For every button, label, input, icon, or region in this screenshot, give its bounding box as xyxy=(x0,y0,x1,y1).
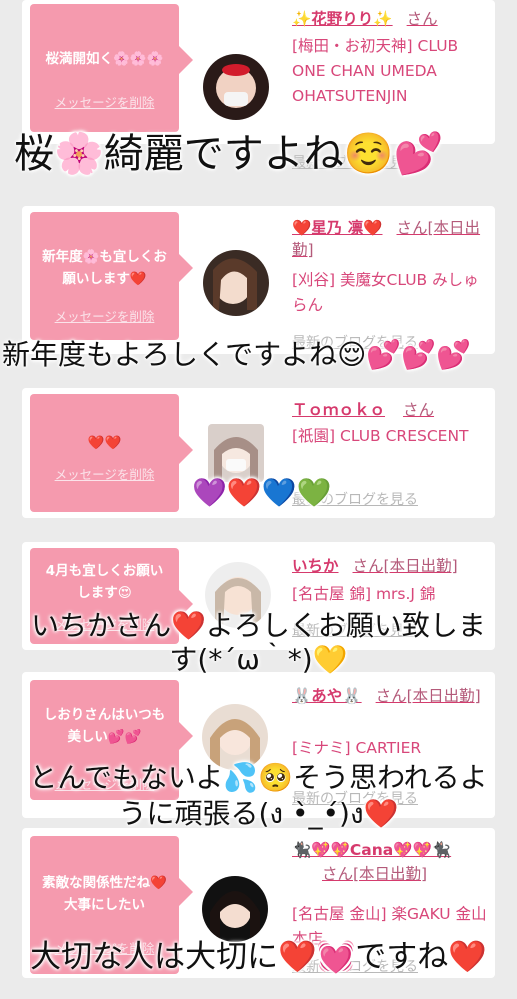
message-bubble: 桜満開如く🌸🌸🌸 メッセージを削除 xyxy=(30,4,193,132)
user-name[interactable]: いちか xyxy=(292,557,339,575)
store-info: [梅田・お初天神] CLUB ONE CHAN UMEDA OHATSUTENJ… xyxy=(292,37,459,105)
message-bubble: ❤️❤️ メッセージを削除 xyxy=(30,394,193,512)
user-name[interactable]: ❤️星乃 凛❤️ xyxy=(292,219,383,237)
message-card-2: 新年度🌸も宜しくお願いします❤️ メッセージを削除 ❤️星乃 凛❤️ さん[本日出… xyxy=(22,206,495,354)
user-name-link[interactable]: ❤️星乃 凛❤️ さん[本日出勤] xyxy=(292,216,495,260)
user-name-link[interactable]: いちか さん[本日出勤] xyxy=(292,554,458,576)
store-info: [祇園] CLUB CRESCENT xyxy=(292,427,469,445)
user-name[interactable]: Ｔｏｍｏｋｏ xyxy=(292,401,385,419)
overlay-caption-2: 新年度もよろしくですよね😌💕💕💕 xyxy=(2,338,471,371)
delete-message-link[interactable]: メッセージを削除 xyxy=(30,92,179,111)
user-name-link[interactable]: Ｔｏｍｏｋｏ さん xyxy=(292,398,434,420)
honorific: さん xyxy=(406,10,438,28)
overlay-caption-5b: うに頑張る(ง •̀_•́)ง❤️ xyxy=(118,797,399,830)
message-text: しおりさんはいつも美しい💕💕 xyxy=(43,707,166,745)
message-bubble: 新年度🌸も宜しくお願いします❤️ メッセージを削除 xyxy=(30,212,193,340)
avatar[interactable] xyxy=(203,250,269,316)
message-text: 4月も宜しくお願いします😍 xyxy=(45,563,164,601)
message-text: 素敵な関係性だね❤️大事にしたい xyxy=(42,875,167,913)
overlay-caption-1: 桜🌸綺麗ですよね☺️💕 xyxy=(14,131,444,177)
avatar[interactable] xyxy=(202,876,268,942)
user-name-link[interactable]: 🐰あや🐰 さん[本日出勤] xyxy=(292,684,481,706)
user-name[interactable]: 🐰あや🐰 xyxy=(292,687,362,705)
honorific: さん[本日出勤] xyxy=(375,687,481,705)
overlay-caption-6: 大切な人は大切に❤️💓ですね❤️ xyxy=(30,939,487,975)
store-info: [刈谷] 美魔女CLUB みしゅらん xyxy=(292,271,479,314)
overlay-caption-4b: す(*´ω｀*)💛 xyxy=(169,643,348,676)
message-card-1: 桜満開如く🌸🌸🌸 メッセージを削除 ✨花野りり✨ さん [梅田・お初天神] CLU… xyxy=(22,0,495,171)
delete-message-link[interactable]: メッセージを削除 xyxy=(30,306,179,325)
user-name-link[interactable]: 🐈‍⬛💖💖Cana💖💖🐈‍⬛ さん[本日出勤] xyxy=(292,838,492,886)
user-name-link[interactable]: ✨花野りり✨ さん xyxy=(292,7,438,29)
honorific: さん xyxy=(403,401,435,419)
message-text: ❤️❤️ xyxy=(87,435,122,451)
user-name[interactable]: ✨花野りり✨ xyxy=(292,10,393,28)
overlay-caption-5a: とんでもないよ💦🥺そう思われるよ xyxy=(29,761,488,794)
honorific: さん[本日出勤] xyxy=(322,865,428,883)
message-text: 新年度🌸も宜しくお願いします❤️ xyxy=(42,249,167,287)
store-info: [名古屋 錦] mrs.J 錦 xyxy=(292,585,436,603)
honorific: さん[本日出勤] xyxy=(352,557,458,575)
overlay-hearts: 💜❤️💙💚 xyxy=(192,476,332,509)
message-text: 桜満開如く🌸🌸🌸 xyxy=(45,51,164,67)
delete-message-link[interactable]: メッセージを削除 xyxy=(30,464,179,483)
avatar[interactable] xyxy=(203,54,269,120)
user-name[interactable]: 🐈‍⬛💖💖Cana💖💖🐈‍⬛ xyxy=(292,841,451,859)
